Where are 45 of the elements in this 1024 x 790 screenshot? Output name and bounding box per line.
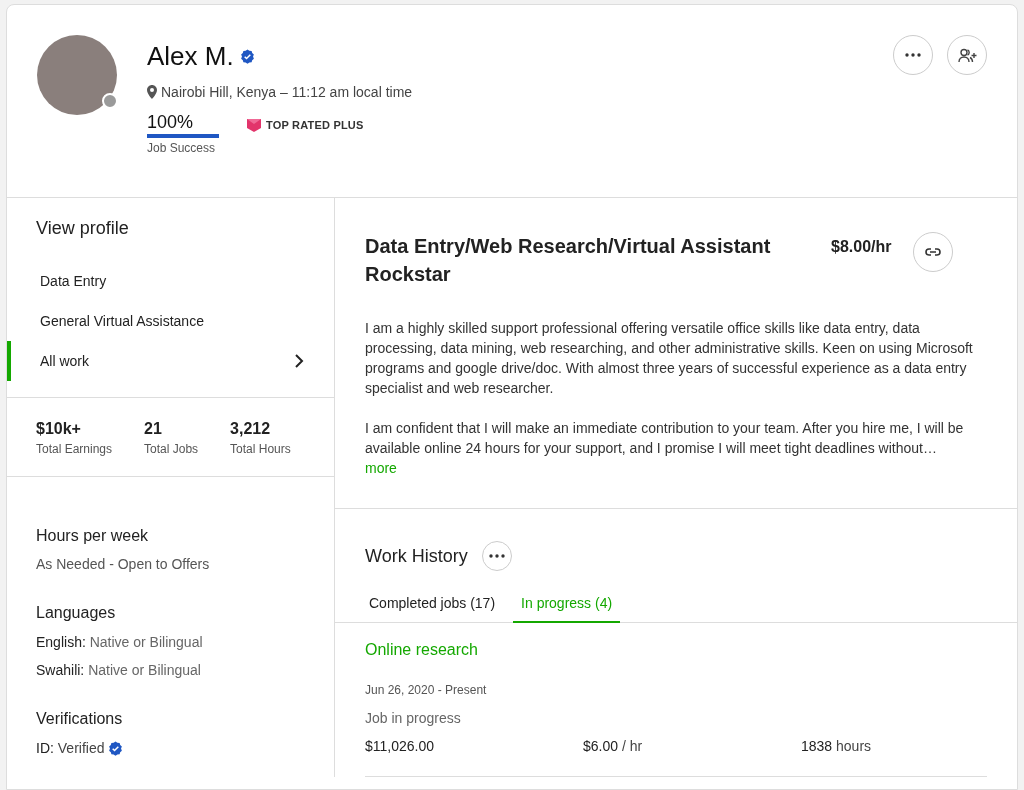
job-dates: Jun 26, 2020 - Present	[365, 683, 488, 697]
verifications-heading: Verifications	[36, 710, 124, 728]
job-status: Job in progress	[365, 710, 462, 726]
hours-per-week-value: As Needed - Open to Offers	[36, 556, 211, 572]
profile-nav-item[interactable]: General Virtual Assistance	[7, 301, 334, 341]
stat-label: Total Earnings	[36, 442, 113, 456]
hours-per-week-heading: Hours per week	[36, 527, 150, 545]
stat-label: Total Hours	[230, 442, 291, 456]
work-history-tab[interactable]: Completed jobs (17)	[361, 587, 504, 623]
verification-entry: ID: Verified	[36, 740, 105, 756]
add-contact-button[interactable]	[947, 35, 987, 75]
profile-nav-item[interactable]: Data Entry	[7, 261, 334, 301]
job-rate: $6.00 / hr	[583, 738, 644, 754]
more-icon	[904, 52, 922, 58]
work-history-heading: Work History	[365, 545, 468, 567]
chevron-right-icon	[295, 354, 304, 368]
add-people-icon	[957, 47, 977, 63]
job-hours: 1838 hours	[801, 738, 873, 754]
stat-label: Total Jobs	[144, 442, 199, 456]
view-profile-heading: View profile	[36, 218, 130, 239]
hourly-rate: $8.00/hr	[831, 238, 892, 256]
more-button[interactable]	[893, 35, 933, 75]
profile-title: Data Entry/Web Research/Virtual Assistant Rockstar	[365, 234, 772, 287]
work-history-more-button[interactable]	[481, 541, 512, 571]
more-icon	[487, 553, 506, 559]
stat-value: $10k+	[36, 420, 82, 438]
location-pin-icon	[147, 85, 157, 99]
stat-value: 3,212	[230, 420, 272, 438]
top-rated-label: TOP RATED PLUS	[266, 119, 364, 131]
job-success-bar	[147, 134, 219, 138]
profile-nav-item[interactable]: All work	[7, 341, 334, 381]
job-success-label: Job Success	[147, 141, 217, 155]
badge-icon	[247, 118, 261, 132]
language-entry: English: Native or Bilingual	[36, 634, 204, 650]
job-earnings: $11,026.00	[365, 738, 436, 754]
description-paragraph: I am a highly skilled support professional offering versatile office skills like data entry, data processing, data mining, web researching, and other administrative skills. Keen on using Microsoft programs and google drive/doc. With almost three years of successful experience as a data entry specialist and web researcher.	[365, 319, 974, 398]
copy-link-button[interactable]	[913, 232, 954, 272]
stat-value: 21	[144, 420, 163, 438]
job-success-value: 100%	[147, 112, 195, 133]
link-icon	[925, 245, 942, 259]
profile-name: Alex M.	[147, 41, 234, 72]
description-paragraph: I am confident that I will make an immediate contribution to your team. After you hire me, I will be available online 24 hours for your support, and I promise I will meet tight deadlines without…	[365, 419, 965, 458]
languages-heading: Languages	[36, 604, 117, 622]
location-text: Nairobi Hill, Kenya – 11:12 am local time	[161, 84, 413, 100]
language-entry: Swahili: Native or Bilingual	[36, 662, 202, 678]
